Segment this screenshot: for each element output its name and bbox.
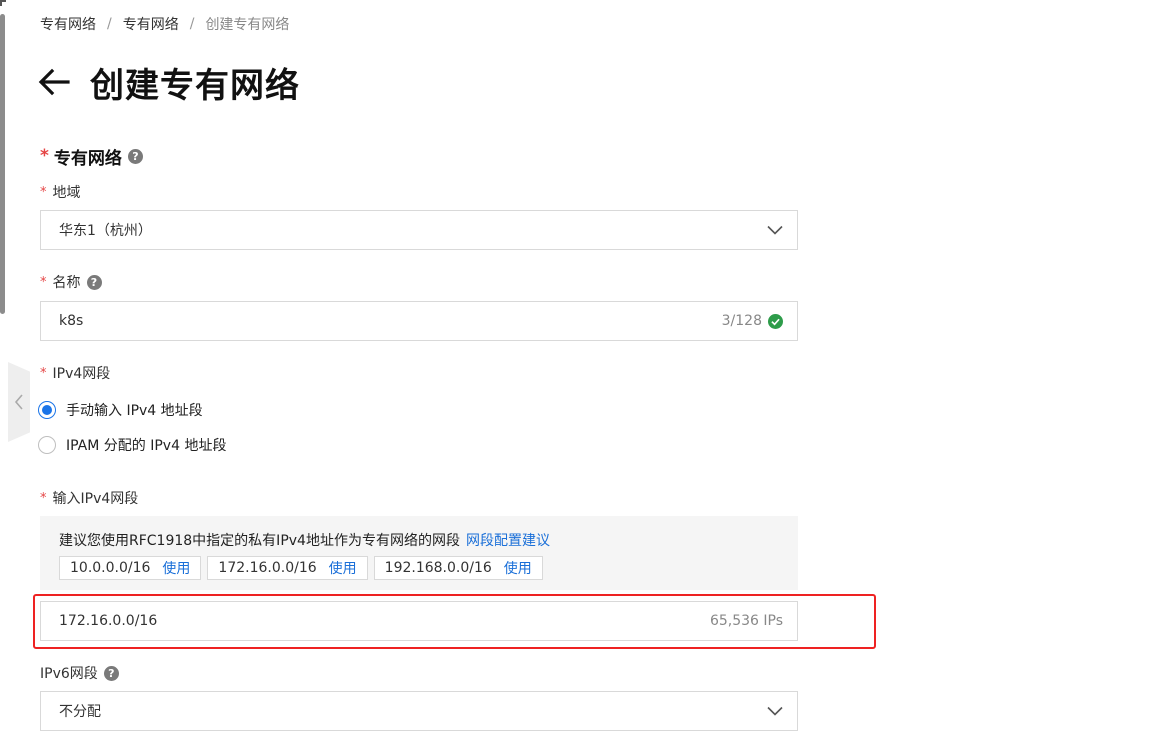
- radio-button[interactable]: [38, 436, 56, 454]
- use-preset-button[interactable]: 使用: [162, 558, 190, 578]
- page-title: 创建专有网络: [90, 65, 300, 106]
- ipv6-label: IPv6网段 ?: [40, 663, 119, 683]
- help-icon[interactable]: ?: [103, 665, 119, 681]
- cidr-config-advice-link[interactable]: 网段配置建议: [466, 530, 550, 550]
- cidr-suggestion-text: 建议您使用RFC1918中指定的私有IPv4地址作为专有网络的网段 网段配置建议: [59, 530, 798, 550]
- ipv4-mode-label: * IPv4网段: [40, 363, 110, 383]
- region-label: * 地域: [40, 182, 81, 202]
- cidr-suggestion-message: 建议您使用RFC1918中指定的私有IPv4地址作为专有网络的网段: [59, 533, 460, 549]
- required-mark: *: [40, 184, 47, 200]
- name-char-counter: 3/128: [722, 313, 783, 329]
- name-char-counter-text: 3/128: [721, 313, 762, 329]
- cidr-preset-chip: 192.168.0.0/16 使用: [373, 556, 543, 580]
- sidebar-collapse-toggle[interactable]: [8, 362, 30, 442]
- ipv6-select[interactable]: 不分配: [40, 691, 798, 731]
- chevron-down-icon: [767, 225, 783, 235]
- back-arrow-icon[interactable]: [38, 68, 70, 96]
- region-select-value: 华东1（杭州）: [59, 223, 152, 239]
- section-title-text: 专有网络: [53, 148, 122, 169]
- radio-label: IPAM 分配的 IPv4 地址段: [66, 438, 227, 454]
- required-mark: *: [40, 146, 49, 166]
- window-corner-mark: [0, 0, 6, 6]
- scrollbar-thumb[interactable]: [0, 14, 5, 314]
- cidr-preset-value: 10.0.0.0/16: [70, 560, 151, 576]
- ipv4-cidr-label-text: 输入IPv4网段: [52, 491, 139, 507]
- page-header: 创建专有网络: [38, 56, 300, 108]
- cidr-preset-chip: 172.16.0.0/16 使用: [207, 556, 368, 580]
- breadcrumb-item-vpc-list[interactable]: 专有网络: [123, 14, 179, 34]
- breadcrumb: 专有网络 / 专有网络 / 创建专有网络: [40, 14, 289, 34]
- region-label-text: 地域: [52, 185, 81, 201]
- radio-manual-ipv4[interactable]: 手动输入 IPv4 地址段: [38, 399, 203, 421]
- cidr-preset-chip: 10.0.0.0/16 使用: [59, 556, 202, 580]
- cidr-suggestion-panel: 建议您使用RFC1918中指定的私有IPv4地址作为专有网络的网段 网段配置建议…: [40, 516, 798, 590]
- cidr-preset-value: 192.168.0.0/16: [384, 560, 492, 576]
- name-label: * 名称 ?: [40, 272, 102, 292]
- cidr-preset-list: 10.0.0.0/16 使用 172.16.0.0/16 使用 192.168.…: [59, 556, 798, 580]
- name-label-text: 名称: [52, 275, 81, 291]
- radio-label: 手动输入 IPv4 地址段: [66, 403, 203, 419]
- highlight-annotation-box: [33, 594, 876, 649]
- region-select[interactable]: 华东1（杭州）: [40, 210, 798, 250]
- name-input[interactable]: k8s 3/128: [40, 301, 798, 341]
- breadcrumb-separator: /: [107, 16, 112, 32]
- help-icon[interactable]: ?: [86, 274, 102, 290]
- use-preset-button[interactable]: 使用: [504, 558, 532, 578]
- use-preset-button[interactable]: 使用: [329, 558, 357, 578]
- required-mark: *: [40, 365, 47, 381]
- cidr-preset-value: 172.16.0.0/16: [218, 560, 317, 576]
- ipv4-cidr-label: * 输入IPv4网段: [40, 488, 138, 508]
- required-mark: *: [40, 274, 47, 290]
- breadcrumb-item-vpc-home[interactable]: 专有网络: [40, 14, 96, 34]
- section-title-vpc: * 专有网络 ?: [40, 144, 143, 169]
- radio-ipam-ipv4[interactable]: IPAM 分配的 IPv4 地址段: [38, 434, 226, 456]
- breadcrumb-item-current: 创建专有网络: [205, 17, 290, 33]
- ipv6-select-value: 不分配: [59, 704, 101, 720]
- chevron-left-icon: [14, 394, 23, 410]
- chevron-down-icon: [767, 706, 783, 716]
- ipv4-mode-label-text: IPv4网段: [52, 366, 111, 382]
- breadcrumb-separator: /: [189, 16, 195, 32]
- check-circle-icon: [768, 313, 783, 329]
- name-input-value: k8s: [59, 313, 84, 329]
- help-icon[interactable]: ?: [127, 148, 143, 164]
- radio-button-checked[interactable]: [38, 401, 56, 419]
- required-mark: *: [40, 490, 47, 506]
- ipv6-label-text: IPv6网段: [40, 666, 98, 682]
